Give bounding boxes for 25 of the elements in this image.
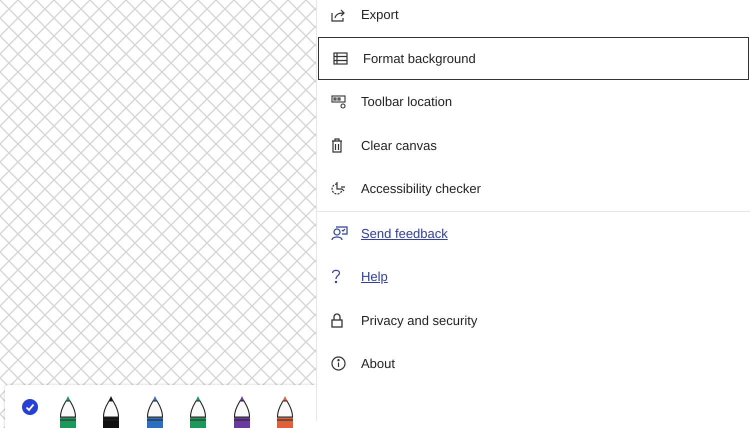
- pen-icon[interactable]: [58, 395, 77, 428]
- lock-icon: [331, 312, 343, 328]
- menu-item[interactable]: Accessibility checker: [317, 167, 750, 210]
- trash-icon: [331, 138, 343, 153]
- menu-item[interactable]: Clear canvas: [317, 124, 750, 167]
- info-icon: [331, 356, 346, 372]
- pen-icon[interactable]: [189, 395, 208, 428]
- accessibility-icon: [331, 181, 347, 196]
- pen-icon[interactable]: [232, 395, 251, 428]
- feedback-icon: [331, 225, 348, 242]
- pen-icon[interactable]: [102, 395, 120, 428]
- menu-item[interactable]: About: [317, 342, 750, 386]
- film-icon: [333, 52, 348, 65]
- check-icon[interactable]: [22, 398, 38, 414]
- share-icon: [331, 8, 347, 22]
- menu-item[interactable]: Export: [317, 0, 750, 36]
- menu-item[interactable]: Format background: [318, 36, 749, 80]
- menu-item[interactable]: Toolbar location: [317, 80, 750, 124]
- menu-item[interactable]: Privacy and security: [317, 298, 750, 342]
- layout-icon: [331, 94, 346, 109]
- pen-icon[interactable]: [146, 395, 164, 428]
- help-icon: [331, 269, 341, 284]
- menu-item[interactable]: Send feedback: [317, 212, 750, 255]
- pen-icon[interactable]: [276, 395, 294, 428]
- menu-item[interactable]: Help: [317, 255, 750, 298]
